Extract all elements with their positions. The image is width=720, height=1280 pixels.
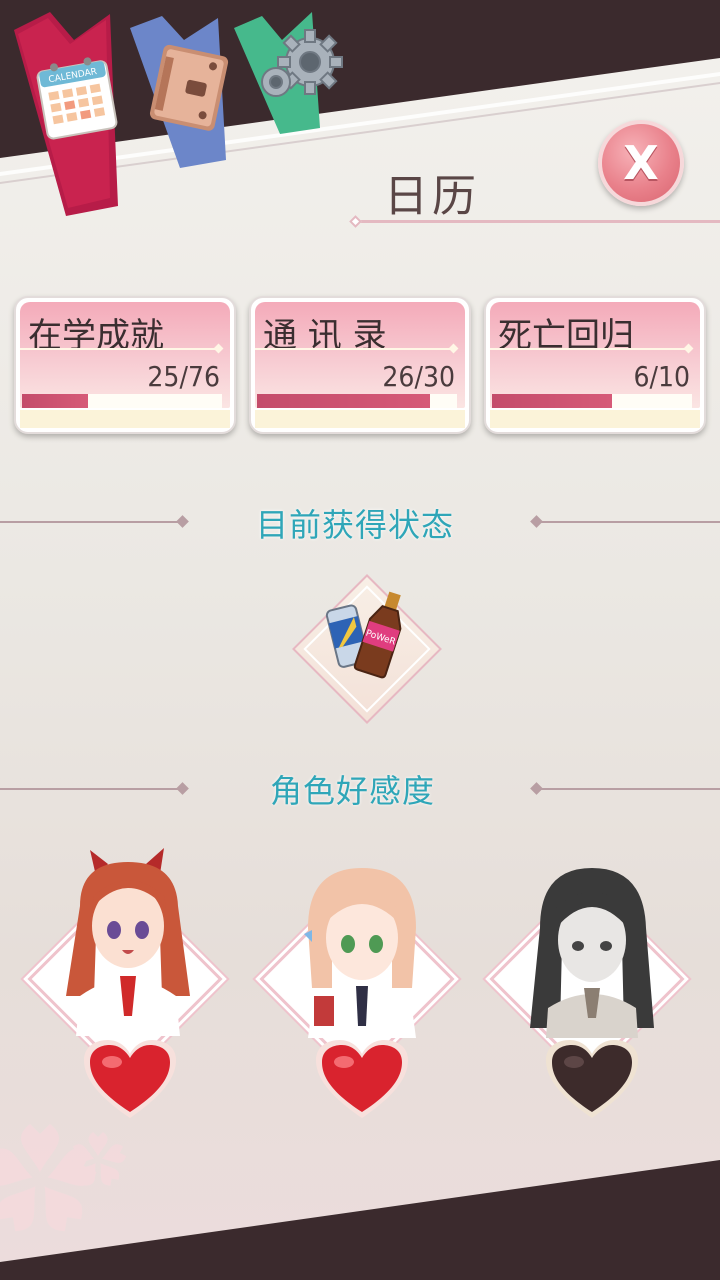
progress-bar	[492, 394, 692, 408]
character-portrait-black-hair[interactable]	[512, 858, 672, 1038]
affinity-section-title: 角色好感度	[270, 772, 436, 810]
stat-value: 6/10	[633, 360, 690, 393]
progress-bar	[257, 394, 457, 408]
affinity-heart-icon	[84, 1040, 176, 1118]
page-title: 日历	[384, 171, 480, 222]
stat-card-achievements[interactable]: 在学成就 25/76	[14, 296, 236, 434]
card-footer	[255, 410, 465, 428]
stat-value: 25/76	[147, 360, 220, 393]
notebook-icon	[149, 44, 229, 131]
character-portrait-red-hair[interactable]	[50, 846, 210, 1036]
section-divider-right	[536, 521, 720, 523]
card-divider	[490, 348, 688, 350]
title-underline	[355, 220, 720, 223]
card-divider	[255, 348, 453, 350]
progress-bar	[22, 394, 222, 408]
card-footer	[490, 410, 700, 428]
progress-fill	[257, 394, 431, 408]
character-portrait-pink-hair[interactable]	[282, 858, 442, 1038]
progress-fill	[492, 394, 612, 408]
stat-card-death-return[interactable]: 死亡回归 6/10	[484, 296, 706, 434]
section-divider-left	[0, 521, 182, 523]
section-divider-left	[0, 788, 182, 790]
calendar-icon: CALENDAR	[36, 57, 118, 140]
progress-fill	[22, 394, 88, 408]
section-divider-right	[536, 788, 720, 790]
card-divider	[20, 348, 218, 350]
close-icon: X	[623, 136, 659, 190]
close-button[interactable]: X	[598, 120, 684, 206]
stat-card-contacts[interactable]: 通 讯 录 26/30	[249, 296, 471, 434]
card-footer	[20, 410, 230, 428]
status-section-title: 目前获得状态	[256, 506, 455, 544]
sakura-decoration-icon	[0, 1124, 127, 1232]
energy-drink-icon[interactable]: PoWeR	[322, 588, 414, 680]
affinity-heart-icon	[316, 1040, 408, 1118]
gear-icon	[261, 29, 343, 97]
stat-value: 26/30	[382, 360, 455, 393]
affinity-heart-dark-icon	[546, 1040, 638, 1118]
